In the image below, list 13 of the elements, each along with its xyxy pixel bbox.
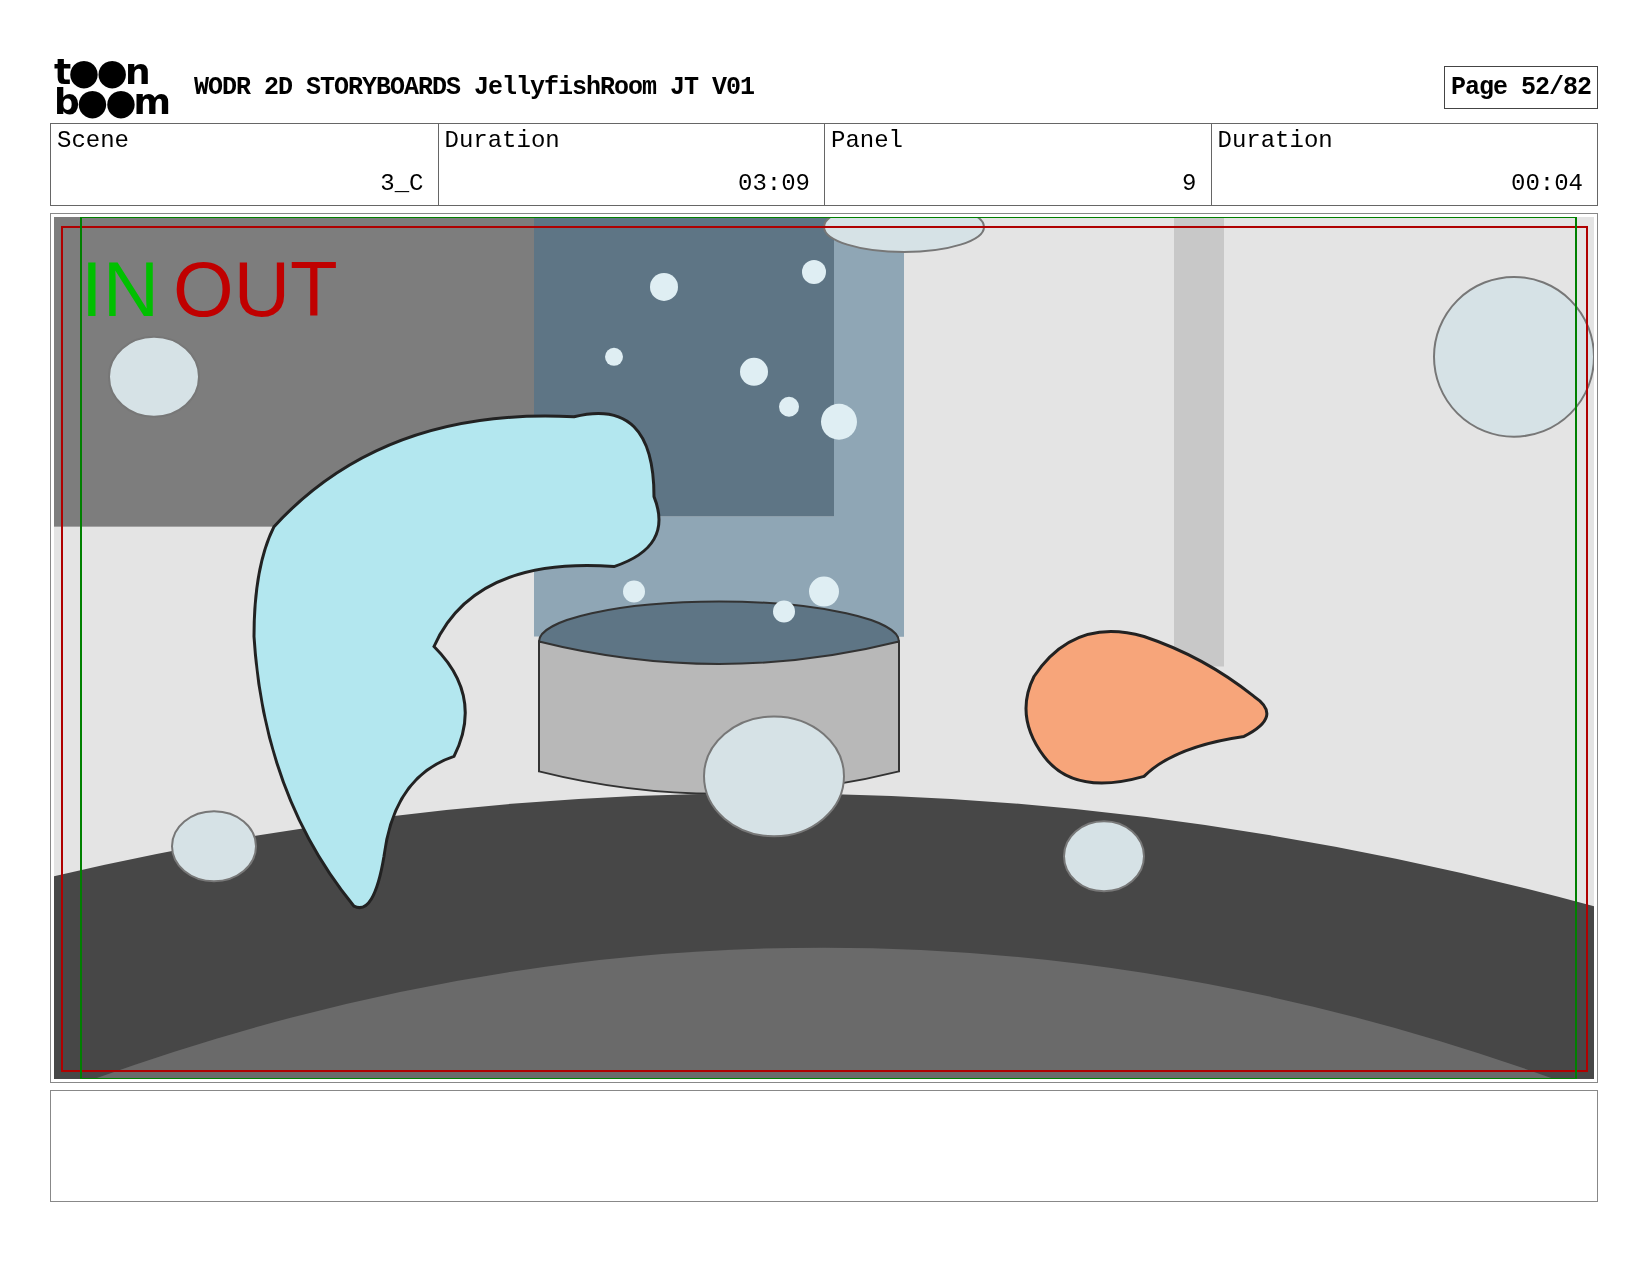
field-label: Scene bbox=[57, 127, 130, 154]
field-value: 9 bbox=[1182, 170, 1197, 197]
field-value: 00:04 bbox=[1511, 170, 1583, 197]
field-value: 03:09 bbox=[738, 170, 810, 197]
logo: t●●n b●●m bbox=[54, 57, 170, 117]
field-label: Duration bbox=[1217, 127, 1334, 154]
frame-mark-label: OUT bbox=[173, 250, 338, 328]
page-number: Page 52/82 bbox=[1443, 65, 1598, 109]
field-label: Duration bbox=[444, 127, 561, 154]
field-label: Panel bbox=[831, 127, 904, 154]
frame-mark-label: IN bbox=[81, 250, 159, 328]
field-value: 3_C bbox=[380, 170, 424, 197]
document-title: WODR 2D STORYBOARDS JellyfishRoom JT V01 bbox=[194, 72, 756, 102]
